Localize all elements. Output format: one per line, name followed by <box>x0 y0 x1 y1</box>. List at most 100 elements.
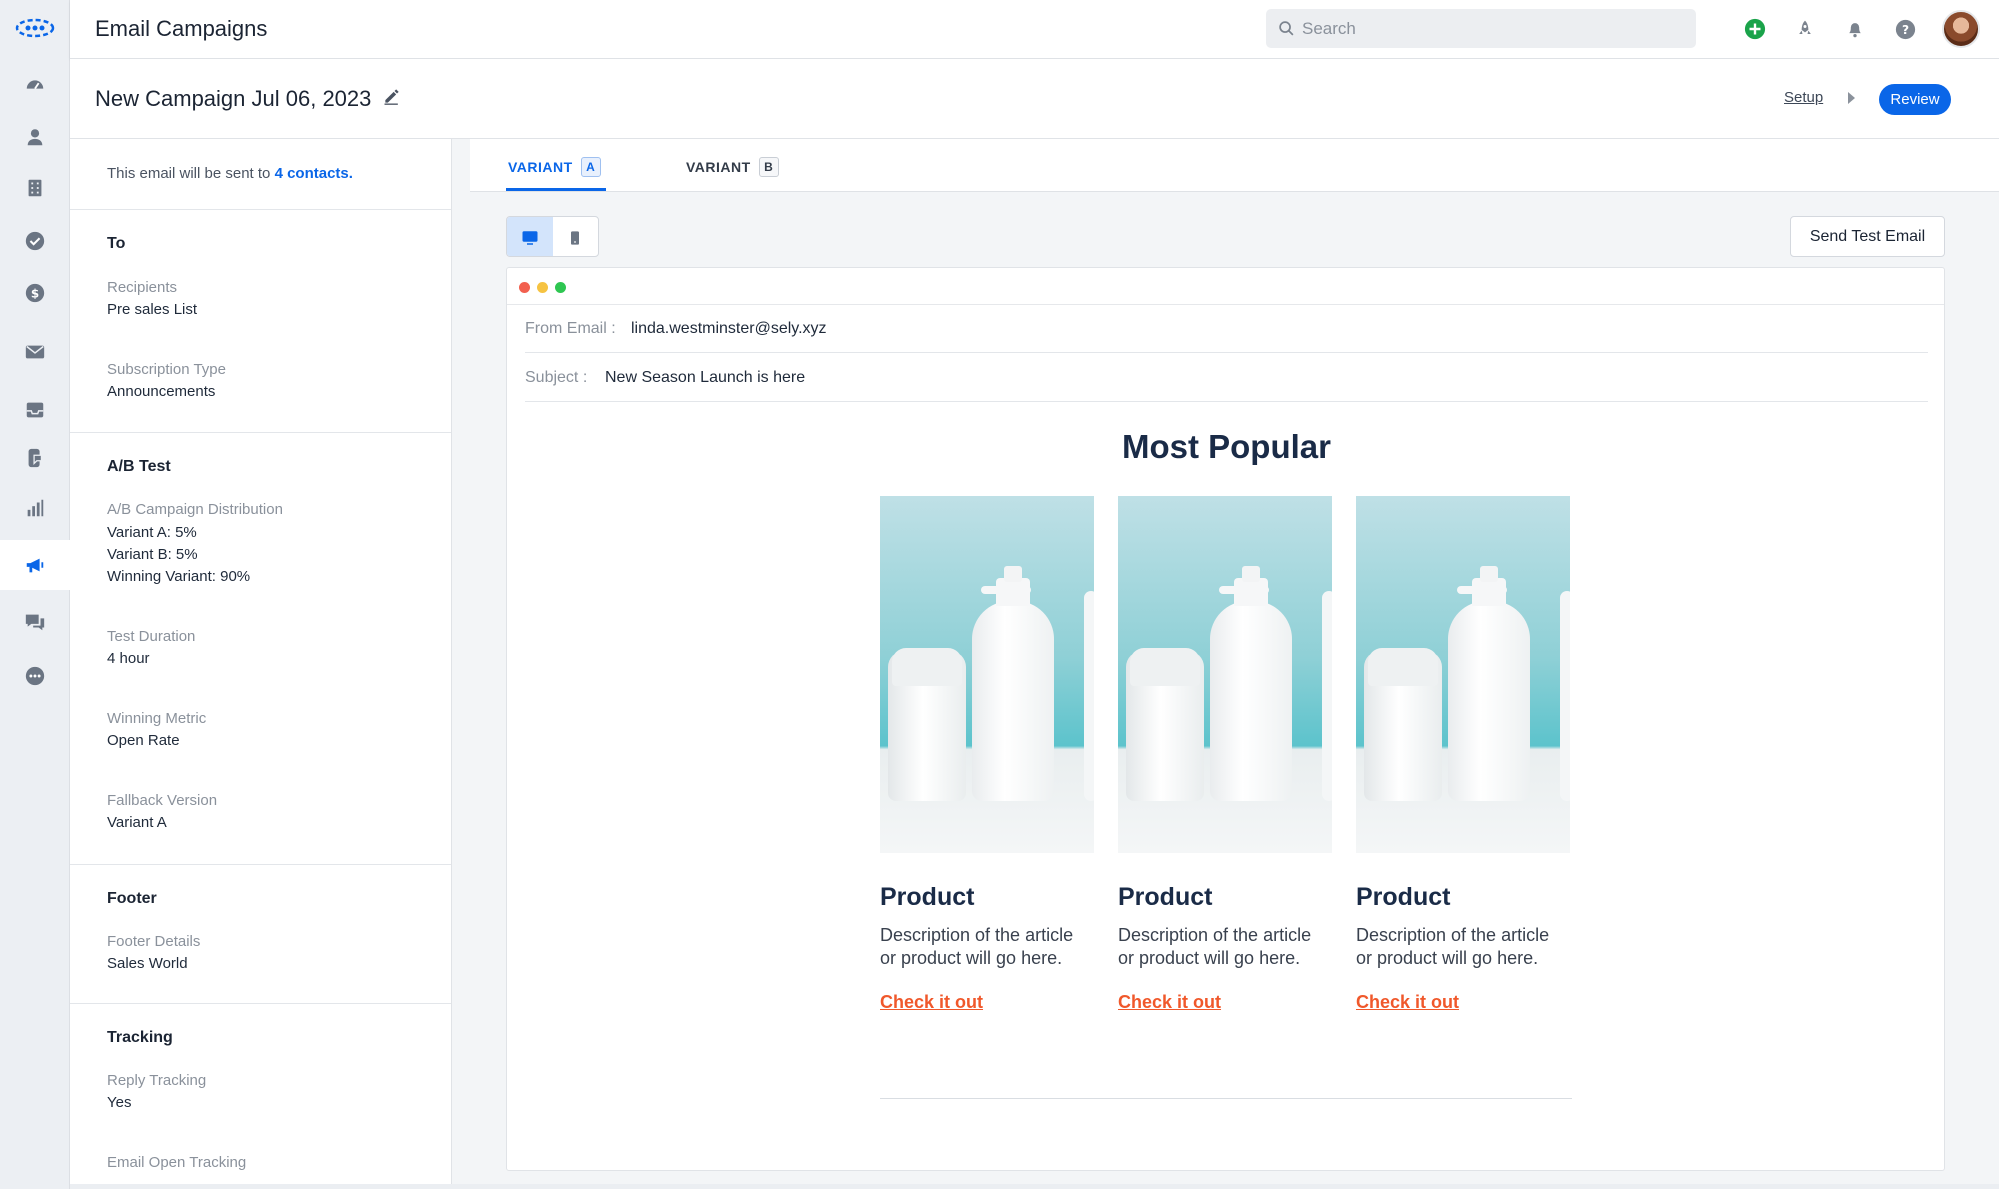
nav-chat[interactable] <box>0 597 70 647</box>
recipients-label: Recipients <box>107 279 177 296</box>
variant-b-badge: B <box>759 157 779 177</box>
to-title: To <box>107 235 125 253</box>
product-title: Product <box>1356 883 1570 912</box>
nav-email[interactable] <box>0 327 70 377</box>
contacts-icon <box>24 126 46 148</box>
check-it-out-link[interactable]: Check it out <box>1356 992 1459 1013</box>
reports-icon <box>24 497 46 519</box>
campaign-header: New Campaign Jul 06, 2023 Setup Review <box>70 59 1999 139</box>
device-toggle <box>506 216 599 257</box>
from-email-value: linda.westminster@sely.xyz <box>631 320 827 338</box>
footer-section: Footer Footer Details Sales World <box>70 864 452 1003</box>
companies-icon <box>24 177 46 199</box>
variant-a-badge: A <box>581 157 601 177</box>
nav-contacts[interactable] <box>0 112 70 162</box>
variant-b-distribution: Variant B: 5% <box>107 544 198 566</box>
product-title: Product <box>1118 883 1332 912</box>
launch-button[interactable] <box>1792 16 1818 42</box>
nav-dashboard[interactable] <box>0 60 70 110</box>
review-button[interactable]: Review <box>1879 84 1951 115</box>
desktop-view-button[interactable] <box>507 217 553 257</box>
email-icon <box>24 341 46 363</box>
duration-label: Test Duration <box>107 628 195 645</box>
tasks-icon <box>24 230 46 252</box>
nav-rail: $ <box>0 0 70 1189</box>
fallback-value: Variant A <box>107 812 167 834</box>
chat-icon <box>24 611 46 633</box>
tracking-title: Tracking <box>107 1029 173 1047</box>
desktop-icon <box>521 229 539 247</box>
window-maximize-dot <box>555 282 566 293</box>
nav-phone[interactable] <box>0 433 70 483</box>
nav-reports[interactable] <box>0 483 70 533</box>
nav-campaigns[interactable] <box>0 540 70 590</box>
nav-tasks[interactable] <box>0 216 70 266</box>
email-preview-area: VARIANT A VARIANT B Send Test Email From… <box>452 139 1999 1184</box>
product-card: Product Description of the article or pr… <box>1356 496 1570 1013</box>
from-email-label: From Email : <box>525 320 616 338</box>
recipients-value: Pre sales List <box>107 299 197 321</box>
campaigns-icon <box>24 554 46 576</box>
duration-value: 4 hour <box>107 648 150 670</box>
reply-tracking-label: Reply Tracking <box>107 1072 206 1089</box>
footer-details-value: Sales World <box>107 953 188 975</box>
product-description: Description of the article or product wi… <box>1356 924 1570 970</box>
check-it-out-link[interactable]: Check it out <box>1118 992 1221 1013</box>
svg-text:?: ? <box>1901 22 1908 36</box>
email-divider <box>880 1098 1572 1099</box>
distribution-label: A/B Campaign Distribution <box>107 501 283 518</box>
product-card: Product Description of the article or pr… <box>880 496 1094 1013</box>
winning-distribution: Winning Variant: 90% <box>107 566 250 588</box>
app-logo-icon[interactable] <box>14 16 56 40</box>
product-description: Description of the article or product wi… <box>880 924 1094 970</box>
nav-companies[interactable] <box>0 163 70 213</box>
send-test-email-button[interactable]: Send Test Email <box>1790 216 1945 257</box>
from-email-row: From Email : linda.westminster@sely.xyz <box>525 305 1928 353</box>
notifications-button[interactable] <box>1842 16 1868 42</box>
add-button[interactable] <box>1742 16 1768 42</box>
phone-icon <box>24 447 46 469</box>
contacts-link[interactable]: 4 contacts. <box>275 165 353 182</box>
reply-tracking-value: Yes <box>107 1092 131 1114</box>
product-image <box>880 496 1094 853</box>
check-it-out-link[interactable]: Check it out <box>880 992 983 1013</box>
sent-to-text: This email will be sent to 4 contacts. <box>107 165 353 182</box>
search-input[interactable] <box>1302 9 1682 48</box>
plus-circle-icon <box>1744 18 1766 40</box>
fallback-label: Fallback Version <box>107 792 217 809</box>
search-icon <box>1278 20 1295 37</box>
step-arrow-icon <box>1848 92 1855 104</box>
tracking-section: Tracking Reply Tracking Yes Email Open T… <box>70 1003 452 1184</box>
nav-more[interactable] <box>0 651 70 701</box>
nav-inbox[interactable] <box>0 385 70 435</box>
subscription-value: Announcements <box>107 381 215 403</box>
inbox-icon <box>24 399 46 421</box>
product-title: Product <box>880 883 1094 912</box>
app-title: Email Campaigns <box>95 16 267 42</box>
variant-tabs: VARIANT A VARIANT B <box>470 139 1999 192</box>
dashboard-icon <box>24 74 46 96</box>
metric-label: Winning Metric <box>107 710 206 727</box>
window-minimize-dot <box>537 282 548 293</box>
window-close-dot <box>519 282 530 293</box>
window-bar <box>507 268 1945 305</box>
product-card: Product Description of the article or pr… <box>1118 496 1332 1013</box>
user-avatar[interactable] <box>1942 10 1980 48</box>
tab-variant-a[interactable]: VARIANT A <box>508 157 601 177</box>
product-image <box>1356 496 1570 853</box>
campaign-title: New Campaign Jul 06, 2023 <box>95 86 371 112</box>
variant-a-distribution: Variant A: 5% <box>107 522 197 544</box>
ab-test-title: A/B Test <box>107 458 171 476</box>
tab-variant-b[interactable]: VARIANT B <box>686 157 779 177</box>
pencil-icon[interactable] <box>382 86 402 106</box>
product-description: Description of the article or product wi… <box>1118 924 1332 970</box>
help-button[interactable]: ? <box>1892 16 1918 42</box>
top-bar: Email Campaigns ? <box>70 0 1999 59</box>
mobile-view-button[interactable] <box>553 217 599 257</box>
more-icon <box>24 665 46 687</box>
search-box[interactable] <box>1266 9 1696 48</box>
subject-row: Subject : New Season Launch is here <box>525 354 1928 402</box>
help-icon: ? <box>1895 19 1916 40</box>
setup-step-link[interactable]: Setup <box>1784 89 1823 106</box>
nav-deals[interactable]: $ <box>0 268 70 318</box>
